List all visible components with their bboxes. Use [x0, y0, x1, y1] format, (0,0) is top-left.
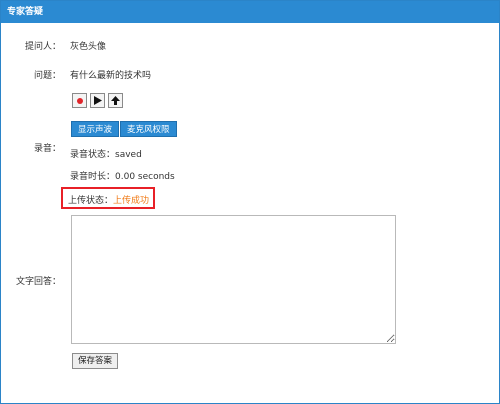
upload-status: 上传状态：上传成功 — [68, 193, 149, 206]
recording-status-label: 录音状态： — [70, 150, 116, 160]
upload-status-value: 上传成功 — [113, 196, 150, 206]
record-icon — [76, 97, 83, 104]
expert-qa-dialog: 专家答疑 提问人： 灰色头像 问题： 有什么最新的技术吗 显示声波 麦克风权限 … — [0, 0, 500, 404]
dialog-title: 专家答疑 — [1, 1, 499, 23]
recording-status-value: saved — [115, 150, 142, 160]
recording-duration-label: 录音时长： — [70, 172, 116, 182]
record-button[interactable] — [72, 93, 87, 108]
play-button[interactable] — [90, 93, 105, 108]
save-answer-button[interactable]: 保存答案 — [72, 353, 119, 369]
questioner-label: 提问人： — [24, 42, 61, 52]
upload-status-label: 上传状态： — [68, 196, 114, 206]
play-icon — [94, 96, 102, 105]
text-answer-label: 文字回答： — [15, 277, 61, 287]
upload-icon — [111, 96, 120, 105]
text-answer-input[interactable] — [71, 215, 396, 344]
question-label: 问题： — [33, 71, 61, 81]
recording-duration: 录音时长：0.00 seconds — [70, 169, 175, 182]
recording-duration-value: 0.00 seconds — [115, 172, 175, 182]
mic-permission-button[interactable]: 麦克风权限 — [120, 121, 177, 137]
question-value: 有什么最新的技术吗 — [70, 71, 152, 81]
recording-status: 录音状态：saved — [70, 147, 142, 160]
upload-button[interactable] — [108, 93, 123, 108]
questioner-value: 灰色头像 — [70, 42, 107, 52]
show-waveform-button[interactable]: 显示声波 — [71, 121, 120, 137]
recording-label: 录音： — [33, 144, 61, 154]
